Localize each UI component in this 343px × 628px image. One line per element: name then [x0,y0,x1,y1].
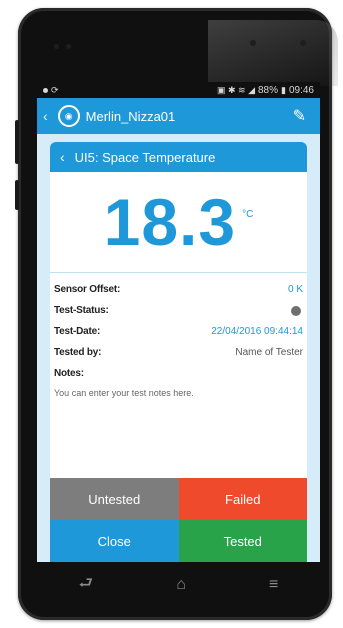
back-nav-icon[interactable]: ⮐ [79,572,93,599]
action-buttons: Untested Failed Close Tested [50,478,307,562]
notes-row: Notes: [54,363,303,384]
tested-by-row[interactable]: Tested by: Name of Tester [54,342,303,363]
menu-nav-icon[interactable]: ≡ [269,576,278,594]
status-right: ▣ ✱ ≋ ◢ 88% ▮ 09:46 [217,85,314,96]
home-nav-icon[interactable]: ⌂ [176,576,186,594]
screen-glare [208,20,338,86]
card-header: ‹ UI5: Space Temperature [50,142,307,172]
temperature-value: 18.3 [103,185,237,259]
notification-dot-icon [43,87,48,93]
test-status-label: Test-Status: [54,305,109,316]
battery-icon: ▮ [281,84,286,95]
front-sensor-dot [54,44,59,49]
sensor-offset-label: Sensor Offset: [54,284,121,295]
card-title: UI5: Space Temperature [74,149,216,165]
tested-button[interactable]: Tested [178,520,307,562]
tested-by-input[interactable]: Name of Tester [235,347,303,358]
test-date-value: 22/04/2016 09:44:14 [211,326,303,337]
failed-button[interactable]: Failed [178,478,307,520]
status-left: ⟳ [43,85,59,96]
clock: 09:46 [288,84,314,96]
phone-screen: ⟳ ▣ ✱ ≋ ◢ 88% ▮ 09:46 ‹ ◉ Merlin_Nizza01… [37,82,320,562]
front-camera-dot [300,40,306,46]
app-title: Merlin_Nizza01 [85,108,176,124]
power-button [15,180,19,210]
status-indicator-icon [291,305,301,316]
status-bar: ⟳ ▣ ✱ ≋ ◢ 88% ▮ 09:46 [37,82,320,98]
battery-percent: 88% [258,84,279,96]
sensor-offset-row[interactable]: Sensor Offset: 0 K [54,279,303,300]
untested-button[interactable]: Untested [50,478,179,520]
pencil-icon[interactable]: ✎ [293,106,306,126]
volume-button [15,120,19,164]
tested-by-label: Tested by: [54,347,102,358]
value-display: 18.3 °C [50,172,307,273]
temperature-unit: °C [242,208,254,220]
front-camera-dot [250,40,256,46]
android-nav-bar: ⮐ ⌂ ≡ [37,562,320,608]
test-date-row: Test-Date: 22/04/2016 09:44:14 [54,321,303,342]
back-icon[interactable]: ‹ [43,108,48,124]
notes-input[interactable]: You can enter your test notes here. [54,384,303,398]
chevron-left-icon[interactable]: ‹ [60,149,65,165]
test-card: ‹ UI5: Space Temperature 18.3 °C Sensor … [50,142,307,562]
app-logo-icon: ◉ [57,105,80,127]
test-date-label: Test-Date: [54,326,101,337]
details-list: Sensor Offset: 0 K Test-Status: Test-Dat… [50,273,307,398]
signal-icon: ▣ ✱ ≋ ◢ [216,84,255,95]
test-status-row: Test-Status: [54,300,303,321]
front-sensor-dot [66,44,71,49]
notes-label: Notes: [54,368,84,379]
close-button[interactable]: Close [50,520,179,562]
sensor-offset-value: 0 K [287,284,303,295]
app-bar: ‹ ◉ Merlin_Nizza01 ✎ [37,98,320,134]
sync-icon: ⟳ [51,84,59,95]
